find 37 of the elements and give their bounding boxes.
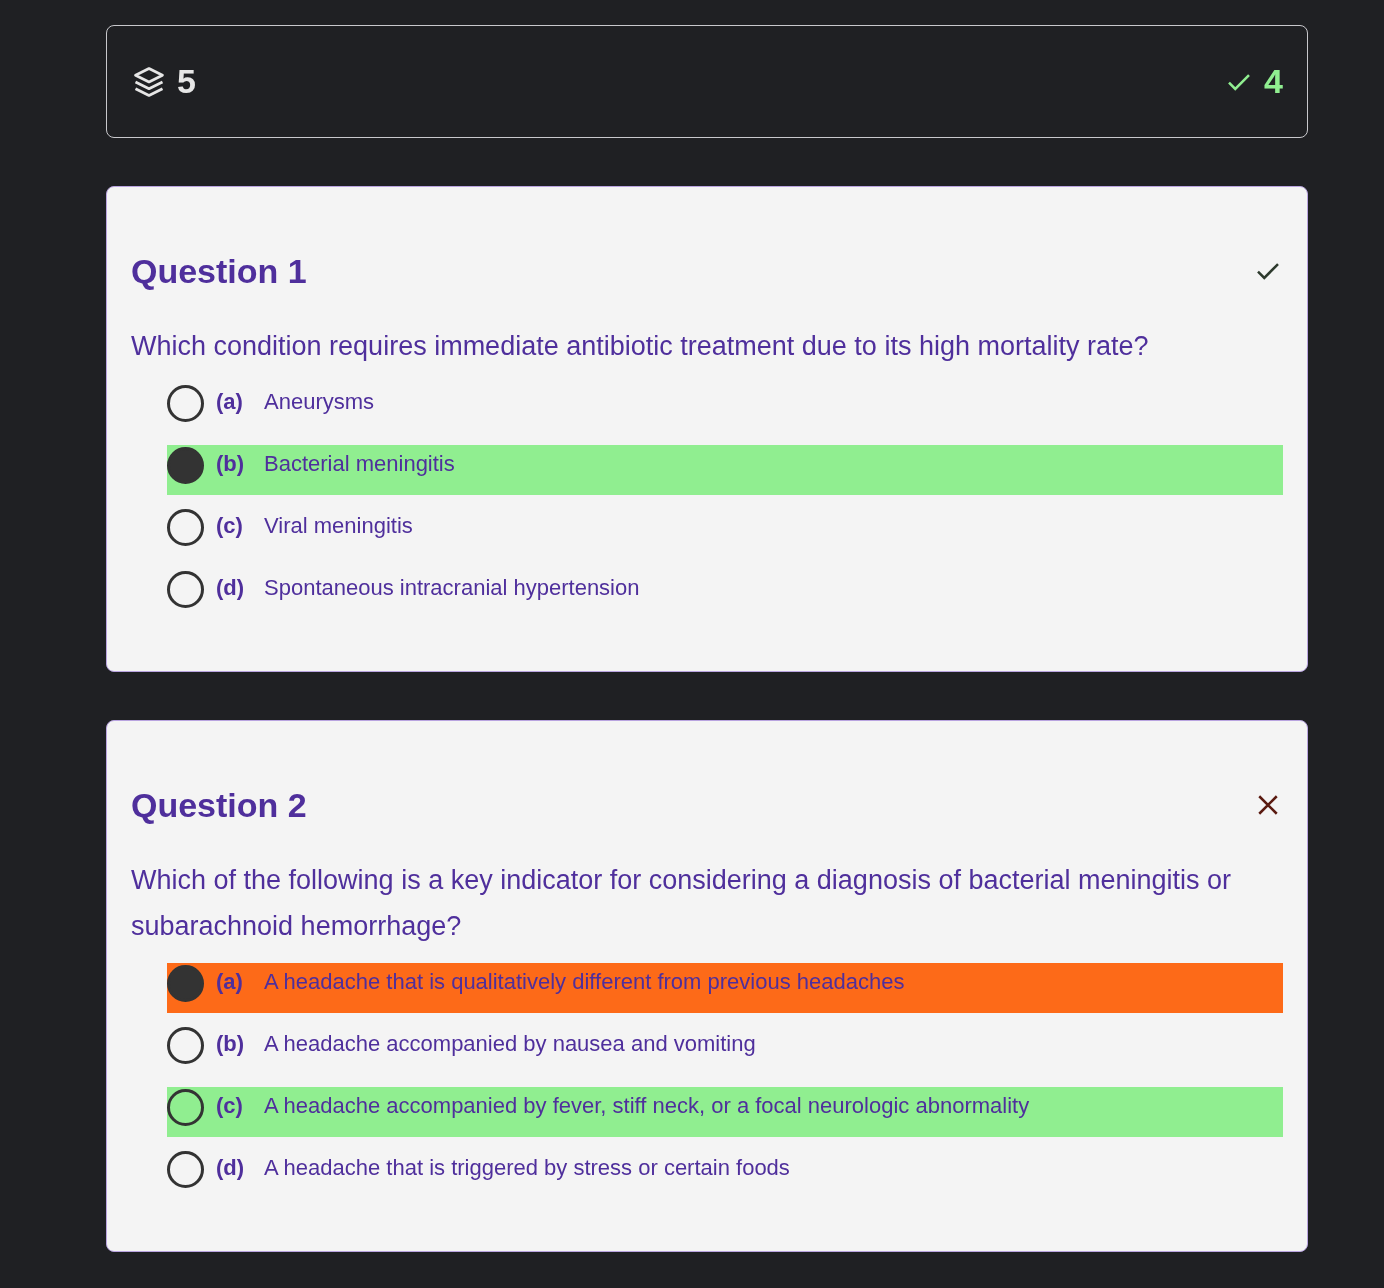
question-text: Which condition requires immediate antibiotic treatment due to its high mortality rate?: [131, 330, 1150, 363]
answer-option[interactable]: (d) A headache that is triggered by stress or certain foods: [167, 1149, 1283, 1199]
option-text: Bacterial meningitis: [264, 450, 455, 478]
option-letter: (b): [216, 450, 246, 478]
option-letter: (a): [216, 968, 244, 996]
question-count: 5: [177, 62, 196, 101]
answer-option[interactable]: (b) Bacterial meningitis: [167, 445, 1283, 495]
question-title: Question 1: [131, 251, 307, 292]
answer-option[interactable]: (b) A headache accompanied by nausea and vomiting: [167, 1025, 1283, 1075]
option-text: A headache that is qualitatively different from previous headaches: [264, 968, 905, 996]
answer-option[interactable]: (d) Spontaneous intracranial hypertension: [167, 569, 1283, 619]
radio-button[interactable]: [167, 509, 204, 546]
option-text: Viral meningitis: [264, 512, 413, 540]
radio-button[interactable]: [167, 1089, 204, 1126]
radio-button[interactable]: [167, 571, 204, 608]
answer-option[interactable]: (a) Aneurysms: [167, 383, 1283, 433]
option-letter: (c): [216, 1092, 244, 1120]
question-text: Which of the following is a key indicator for considering a diagnosis of bacterial meningitis or subarachnoid hemorrhage?: [131, 864, 1233, 943]
radio-button[interactable]: [167, 965, 204, 1002]
radio-button[interactable]: [167, 447, 204, 484]
option-text: Aneurysms: [264, 388, 375, 416]
radio-button[interactable]: [167, 1027, 204, 1064]
answer-option[interactable]: (c) A headache accompanied by fever, stiff neck, or a focal neurologic abnormality: [167, 1087, 1283, 1137]
answer-option[interactable]: (c) Viral meningitis: [167, 507, 1283, 557]
option-letter: (d): [216, 574, 246, 602]
radio-button[interactable]: [167, 1151, 204, 1188]
radio-button[interactable]: [167, 385, 204, 422]
option-text: A headache accompanied by nausea and vomiting: [264, 1030, 756, 1058]
option-letter: (a): [216, 388, 244, 416]
option-letter: (c): [216, 512, 244, 540]
question-title: Question 2: [131, 785, 307, 826]
correct-count: 4: [1264, 62, 1283, 101]
option-text: A headache accompanied by fever, stiff neck, or a focal neurologic abnormality: [264, 1092, 1030, 1120]
option-letter: (d): [216, 1154, 246, 1182]
option-letter: (b): [216, 1030, 246, 1058]
option-text: Spontaneous intracranial hypertension: [264, 574, 640, 602]
option-text: A headache that is triggered by stress or certain foods: [264, 1154, 790, 1182]
